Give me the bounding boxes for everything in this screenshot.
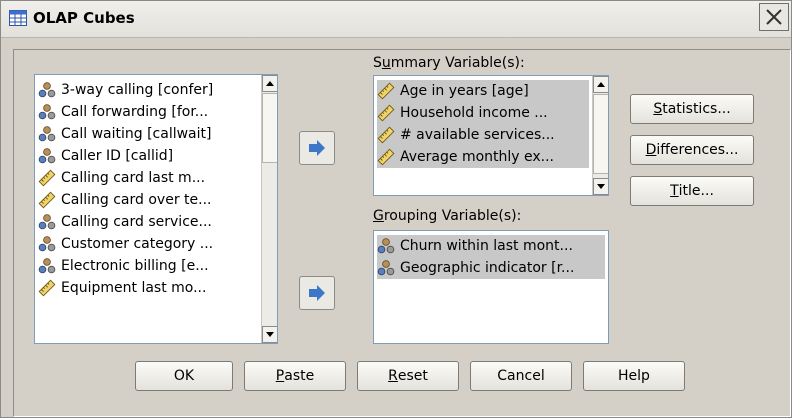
summary-list-scrollbar[interactable] bbox=[592, 76, 608, 195]
list-item[interactable]: Call forwarding [for... bbox=[38, 101, 256, 123]
help-button[interactable]: Help bbox=[583, 361, 685, 391]
list-item-label: Average monthly ex... bbox=[400, 149, 555, 165]
nominal-variable-icon bbox=[38, 257, 56, 275]
move-to-summary-button[interactable] bbox=[299, 131, 335, 165]
list-item-label: Calling card over te... bbox=[61, 192, 212, 208]
table-grid-icon bbox=[9, 10, 27, 26]
list-item[interactable]: Caller ID [callid] bbox=[38, 145, 256, 167]
list-item[interactable]: 3-way calling [confer] bbox=[38, 79, 256, 101]
list-item[interactable]: Customer category ... bbox=[38, 233, 256, 255]
list-item[interactable]: Churn within last mont... bbox=[377, 235, 605, 257]
title-button[interactable]: Title... bbox=[630, 176, 754, 206]
arrow-right-icon bbox=[309, 285, 325, 301]
paste-button[interactable]: Paste bbox=[244, 361, 346, 391]
list-item-label: Electronic billing [e... bbox=[61, 258, 209, 274]
scale-variable-icon bbox=[377, 148, 395, 166]
scroll-thumb[interactable] bbox=[593, 94, 608, 174]
nominal-variable-icon bbox=[377, 259, 395, 277]
scale-variable-icon bbox=[38, 191, 56, 209]
olap-cubes-dialog: OLAP Cubes 3-way calling [confer] Call fo… bbox=[0, 0, 792, 418]
list-item[interactable]: Household income ... bbox=[377, 102, 589, 124]
scale-variable-icon bbox=[38, 279, 56, 297]
list-item[interactable]: Equipment last mo... bbox=[38, 277, 256, 299]
nominal-variable-icon bbox=[38, 81, 56, 99]
scroll-up-button[interactable] bbox=[593, 76, 608, 93]
close-icon bbox=[766, 9, 782, 25]
close-button[interactable] bbox=[759, 3, 789, 31]
list-item-label: Caller ID [callid] bbox=[61, 148, 174, 164]
list-item-label: # available services... bbox=[400, 127, 555, 143]
list-item-label: Calling card service... bbox=[61, 214, 212, 230]
source-list-scrollbar[interactable] bbox=[261, 75, 277, 343]
nominal-variable-icon bbox=[38, 213, 56, 231]
list-item-label: Call forwarding [for... bbox=[61, 104, 209, 120]
scale-variable-icon bbox=[377, 104, 395, 122]
arrow-up-icon bbox=[597, 82, 605, 87]
title-bar[interactable]: OLAP Cubes bbox=[1, 1, 791, 38]
list-item-label: Geographic indicator [r... bbox=[400, 260, 575, 276]
list-item-label: Call waiting [callwait] bbox=[61, 126, 212, 142]
scroll-thumb[interactable] bbox=[262, 93, 277, 163]
source-variable-list[interactable]: 3-way calling [confer] Call forwarding [f… bbox=[34, 74, 278, 344]
reset-button[interactable]: Reset bbox=[357, 361, 459, 391]
arrow-down-icon bbox=[597, 184, 605, 189]
scale-variable-icon bbox=[377, 82, 395, 100]
differences-button[interactable]: Differences... bbox=[630, 135, 754, 165]
arrow-down-icon bbox=[266, 332, 274, 337]
window-title: OLAP Cubes bbox=[33, 9, 135, 27]
ok-button[interactable]: OK bbox=[135, 361, 233, 391]
move-to-grouping-button[interactable] bbox=[299, 276, 335, 310]
list-item[interactable]: Calling card last m... bbox=[38, 167, 256, 189]
list-item[interactable]: Call waiting [callwait] bbox=[38, 123, 256, 145]
summary-variables-label: Summary Variable(s): bbox=[373, 55, 525, 71]
list-item-label: Churn within last mont... bbox=[400, 238, 573, 254]
list-item-label: Customer category ... bbox=[61, 236, 214, 252]
list-item[interactable]: Geographic indicator [r... bbox=[377, 257, 605, 279]
scroll-up-button[interactable] bbox=[262, 75, 277, 92]
summary-variable-list[interactable]: Age in years [age] Household income ... # … bbox=[373, 75, 609, 196]
list-item-label: Equipment last mo... bbox=[61, 280, 207, 296]
list-item-label: Age in years [age] bbox=[400, 83, 529, 99]
list-item[interactable]: Calling card over te... bbox=[38, 189, 256, 211]
list-item-label: Calling card last m... bbox=[61, 170, 206, 186]
list-item-label: 3-way calling [confer] bbox=[61, 82, 214, 98]
scroll-down-button[interactable] bbox=[593, 178, 608, 195]
nominal-variable-icon bbox=[38, 103, 56, 121]
nominal-variable-icon bbox=[38, 125, 56, 143]
arrow-up-icon bbox=[266, 81, 274, 86]
list-item[interactable]: Calling card service... bbox=[38, 211, 256, 233]
list-item[interactable]: Age in years [age] bbox=[377, 80, 589, 102]
list-item[interactable]: # available services... bbox=[377, 124, 589, 146]
cancel-button[interactable]: Cancel bbox=[470, 361, 572, 391]
list-item-label: Household income ... bbox=[400, 105, 548, 121]
nominal-variable-icon bbox=[377, 237, 395, 255]
statistics-button[interactable]: Statistics... bbox=[630, 94, 754, 124]
dialog-panel: 3-way calling [confer] Call forwarding [f… bbox=[13, 49, 791, 417]
list-item[interactable]: Electronic billing [e... bbox=[38, 255, 256, 277]
arrow-right-icon bbox=[309, 140, 325, 156]
nominal-variable-icon bbox=[38, 235, 56, 253]
grouping-variables-label: Grouping Variable(s): bbox=[373, 208, 522, 224]
nominal-variable-icon bbox=[38, 147, 56, 165]
grouping-variable-list[interactable]: Churn within last mont... Geographic indi… bbox=[373, 230, 609, 344]
list-item[interactable]: Average monthly ex... bbox=[377, 146, 589, 168]
scale-variable-icon bbox=[377, 126, 395, 144]
scale-variable-icon bbox=[38, 169, 56, 187]
scroll-down-button[interactable] bbox=[262, 326, 277, 343]
